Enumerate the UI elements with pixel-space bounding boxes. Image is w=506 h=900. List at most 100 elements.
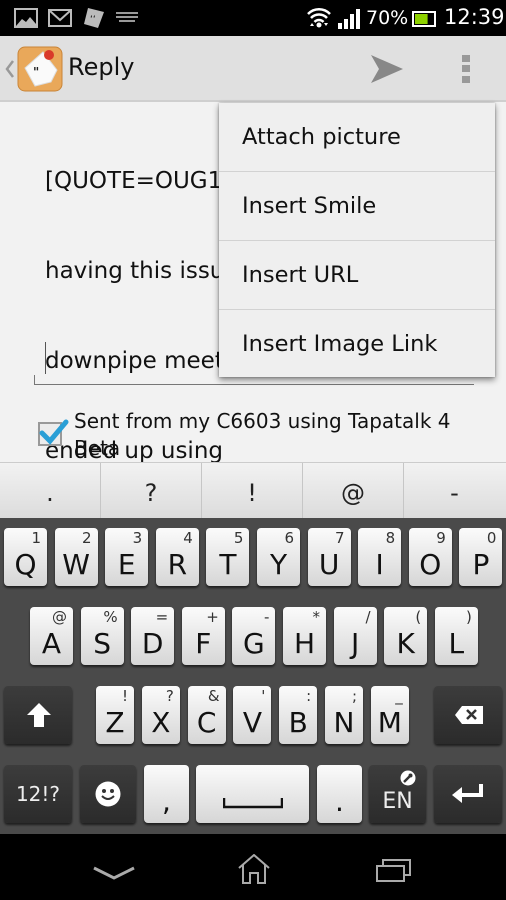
send-button[interactable]: [360, 44, 410, 94]
key-k[interactable]: (K: [384, 607, 428, 665]
menu-item-insert-smile[interactable]: Insert Smile: [219, 172, 495, 240]
page-title: Reply: [68, 53, 135, 81]
wifi-icon: [307, 7, 331, 28]
key-alt-label: 4: [183, 529, 193, 547]
period-key[interactable]: .: [317, 765, 362, 823]
key-label: V: [242, 706, 262, 739]
enter-key[interactable]: [434, 765, 502, 823]
svg-text:ʻʻ: ʻʻ: [90, 15, 96, 25]
recent-apps-button[interactable]: [333, 834, 453, 900]
key-g[interactable]: -G: [232, 607, 276, 665]
key-x[interactable]: ? X: [141, 686, 180, 744]
hide-keyboard-icon: [93, 866, 135, 880]
key-label: Y: [269, 548, 288, 581]
up-button[interactable]: ": [0, 36, 64, 102]
smiley-icon: [95, 781, 121, 807]
language-key[interactable]: EN: [369, 765, 426, 823]
key-r[interactable]: 4R: [155, 528, 199, 586]
signature-label: Sent from my C6603 using Tapatalk 4 Beta: [74, 409, 451, 460]
key-label: F: [195, 627, 212, 660]
key-alt-label: 3: [132, 529, 143, 547]
key-s[interactable]: % S: [80, 607, 124, 665]
symbols-key[interactable]: 12!?: [4, 765, 72, 823]
key-label: S: [93, 627, 111, 660]
key-z[interactable]: ! Z: [96, 686, 134, 744]
signature-checkbox[interactable]: [38, 419, 69, 446]
key-label: R: [167, 548, 188, 581]
key-alt-label: 8: [385, 529, 396, 547]
key-e[interactable]: 3E: [105, 528, 149, 586]
navigation-bar: [0, 834, 506, 900]
key-d[interactable]: = D: [131, 607, 175, 665]
key-f[interactable]: + F: [181, 607, 225, 665]
shift-key[interactable]: [4, 686, 72, 744]
key-m[interactable]: _ M: [370, 686, 409, 744]
key-label: B: [288, 706, 308, 739]
backspace-key[interactable]: [434, 686, 502, 744]
comma-key[interactable]: ,: [144, 765, 189, 823]
key-alt-label: -: [263, 608, 270, 626]
key-label: A: [41, 627, 62, 660]
menu-item-insert-image-link[interactable]: Insert Image Link: [219, 310, 495, 378]
key-label: E: [117, 548, 136, 581]
overflow-menu-button[interactable]: [444, 44, 488, 94]
key-alt-label: !: [121, 687, 128, 705]
key-u[interactable]: 7U: [307, 528, 351, 586]
home-button[interactable]: [193, 834, 313, 900]
key-alt-label: :: [306, 687, 312, 705]
key-c[interactable]: & C: [187, 686, 226, 744]
suggestion-period[interactable]: .: [0, 463, 101, 519]
tapatalk-app-icon: ": [17, 46, 63, 92]
key-b[interactable]: :B: [279, 686, 318, 744]
key-label: T: [219, 548, 237, 581]
symbols-label: 12!?: [15, 782, 61, 806]
key-n[interactable]: ; N: [325, 686, 363, 744]
key-label: C: [196, 706, 217, 739]
wrench-icon: [400, 770, 416, 786]
key-label: P: [472, 548, 490, 581]
key-h[interactable]: * H: [283, 607, 326, 665]
key-label: I: [375, 548, 384, 581]
back-button[interactable]: [53, 834, 173, 900]
key-label: N: [333, 706, 355, 739]
key-l[interactable]: ) L: [434, 607, 478, 665]
space-key[interactable]: [196, 765, 309, 823]
key-label: O: [419, 548, 442, 581]
key-alt-label: &: [207, 687, 220, 705]
keyboard-icon: [116, 12, 138, 22]
key-alt-label: 7: [335, 529, 345, 547]
key-label: M: [377, 706, 402, 739]
key-alt-label: 0: [486, 529, 497, 547]
key-a[interactable]: @ A: [30, 607, 73, 665]
home-icon: [238, 854, 270, 884]
tapatalk-icon: ʻʻ: [84, 8, 104, 28]
key-alt-label: ;: [351, 687, 357, 705]
key-q[interactable]: 1Q: [4, 528, 47, 586]
key-alt-label: (: [415, 608, 422, 626]
overflow-menu: Attach picture Insert Smile Insert URL I…: [219, 103, 495, 377]
key-y[interactable]: 6Y: [257, 528, 300, 586]
key-v[interactable]: ' V: [233, 686, 272, 744]
menu-item-insert-url[interactable]: Insert URL: [219, 241, 495, 309]
clock: 12:39: [444, 5, 505, 29]
menu-item-attach-picture[interactable]: Attach picture: [219, 103, 495, 171]
key-alt-label: _: [395, 687, 403, 705]
suggestion-at[interactable]: @: [303, 463, 404, 519]
key-w[interactable]: 2W: [54, 528, 98, 586]
suggestion-question[interactable]: ?: [101, 463, 202, 519]
key-label: X: [151, 706, 171, 739]
key-t[interactable]: 5T: [206, 528, 250, 586]
key-o[interactable]: 9O: [408, 528, 452, 586]
suggestion-dash[interactable]: -: [404, 463, 505, 519]
key-alt-label: *: [312, 608, 321, 626]
emoji-key[interactable]: [80, 765, 136, 823]
key-j[interactable]: / J: [333, 607, 377, 665]
suggestion-exclamation[interactable]: !: [202, 463, 303, 519]
key-label: D: [141, 627, 164, 660]
signal-icon: [338, 9, 360, 29]
key-i[interactable]: 8I: [358, 528, 402, 586]
space-icon: [223, 798, 283, 809]
comma-label: ,: [162, 785, 171, 818]
key-label: Q: [14, 548, 37, 581]
key-p[interactable]: 0P: [459, 528, 503, 586]
